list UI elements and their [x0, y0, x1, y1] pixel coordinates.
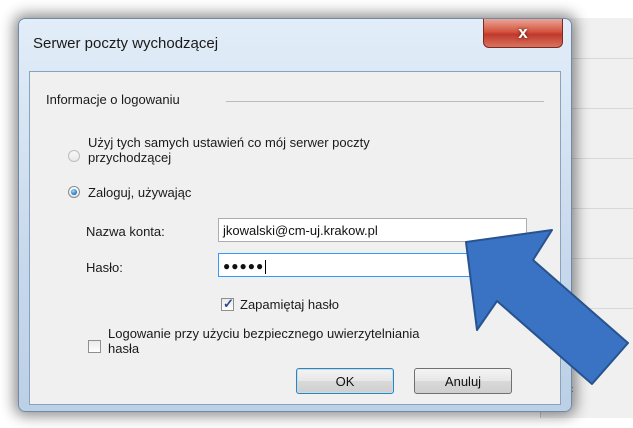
annotation-arrow-shape	[465, 229, 629, 385]
annotation-arrow-icon	[465, 229, 629, 385]
